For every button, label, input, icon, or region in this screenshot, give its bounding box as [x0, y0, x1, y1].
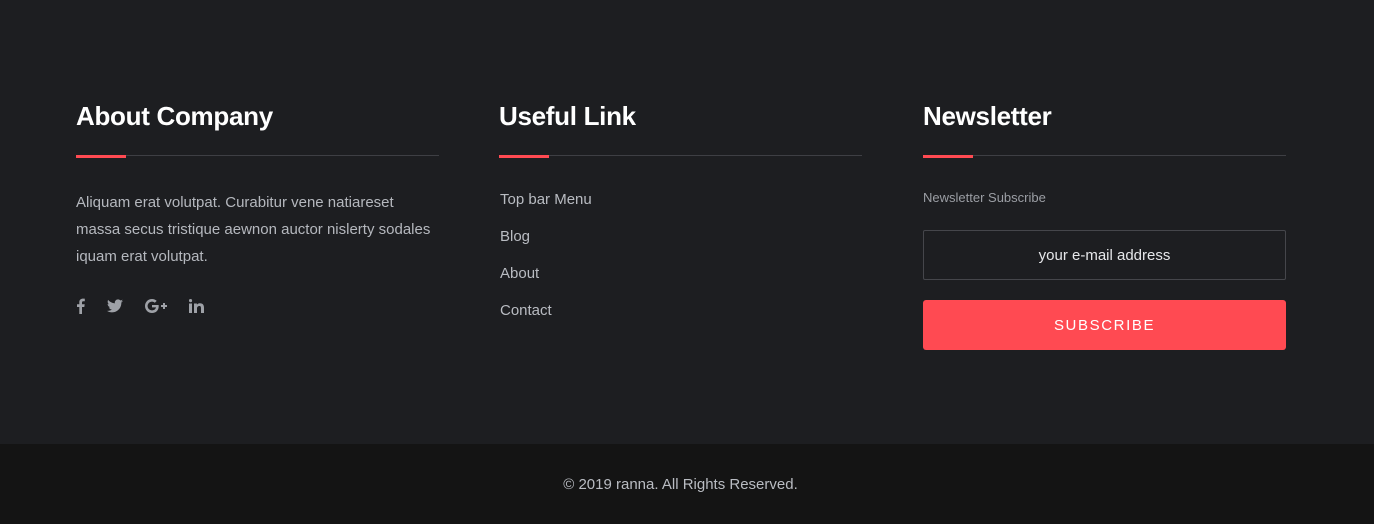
newsletter-subscribe-label: Newsletter Subscribe [923, 190, 1046, 205]
title-divider [923, 155, 1286, 156]
newsletter-title: Newsletter [923, 101, 1052, 131]
subscribe-button[interactable]: SUBSCRIBE [923, 300, 1286, 350]
email-input[interactable] [923, 230, 1286, 280]
useful-link-title: Useful Link [499, 101, 636, 131]
about-company-title: About Company [76, 101, 273, 131]
contact-link[interactable]: Contact [500, 302, 552, 319]
useful-links-list: Top bar Menu Blog About Contact [500, 189, 592, 337]
list-item: About [500, 263, 592, 300]
google-plus-icon[interactable] [145, 297, 167, 315]
twitter-icon[interactable] [107, 297, 123, 315]
blog-link[interactable]: Blog [500, 228, 530, 245]
list-item: Contact [500, 300, 592, 337]
facebook-icon[interactable] [76, 297, 85, 315]
title-divider [76, 155, 439, 156]
title-accent-bar [923, 155, 973, 158]
title-divider [499, 155, 862, 156]
title-accent-bar [76, 155, 126, 158]
top-bar-menu-link[interactable]: Top bar Menu [500, 191, 592, 208]
footer-bottom-bar: © 2019 ranna. All Rights Reserved. [0, 444, 1374, 524]
list-item: Blog [500, 226, 592, 263]
about-link[interactable]: About [500, 265, 539, 282]
list-item: Top bar Menu [500, 189, 592, 226]
linkedin-icon[interactable] [189, 297, 204, 315]
social-links [76, 297, 226, 315]
title-accent-bar [499, 155, 549, 158]
footer-main: About Company Aliquam erat volutpat. Cur… [0, 0, 1374, 444]
copyright-text: © 2019 ranna. All Rights Reserved. [563, 476, 798, 493]
about-description: Aliquam erat volutpat. Curabitur vene na… [76, 194, 431, 265]
